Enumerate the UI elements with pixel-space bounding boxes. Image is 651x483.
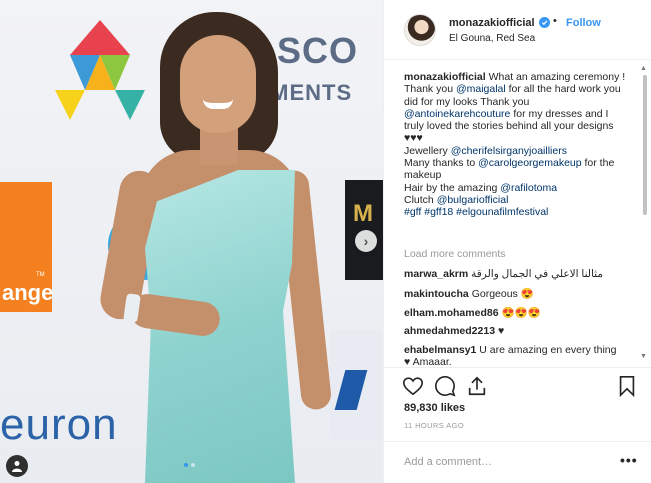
user-tag-button[interactable] <box>6 455 28 477</box>
add-comment-bar: ••• <box>384 441 651 483</box>
comment: ehabelmansy1 U are amazing en every thin… <box>404 344 619 367</box>
instagram-post: ASCO TSMENTS ange TM M euron › monazakio… <box>0 0 651 483</box>
next-photo-button[interactable]: › <box>355 230 377 252</box>
post-timestamp[interactable]: 11 HOURS AGO <box>404 421 464 430</box>
person-icon <box>12 461 22 472</box>
mention-link[interactable]: @carolgeorgemakeup <box>478 157 581 169</box>
carousel-dot-active <box>184 463 188 467</box>
comment-username[interactable]: marwa_akrm <box>404 268 468 280</box>
orange-logo: ange TM <box>0 182 54 312</box>
orange-logo-text: ange <box>2 280 54 305</box>
action-bar <box>384 367 651 403</box>
comments-panel[interactable]: monazakiofficial What an amazing ceremon… <box>384 61 651 367</box>
comment-text: Gorgeous 😍 <box>471 288 534 300</box>
mention-link[interactable]: @cherifelsirganyjoailliers <box>451 145 567 157</box>
orange-logo-tm: TM <box>36 272 45 278</box>
post-header: monazakiofficial • Follow El Gouna, Red … <box>384 0 651 60</box>
caption-text: Many thanks to <box>404 157 479 170</box>
like-count[interactable]: 89,830 likes <box>404 402 465 414</box>
share-icon[interactable] <box>466 375 488 397</box>
comment-username[interactable]: makintoucha <box>404 288 469 300</box>
dark-logo-text: M <box>353 200 373 227</box>
comment-input[interactable] <box>404 454 604 470</box>
verified-badge-icon <box>539 17 550 28</box>
like-icon[interactable] <box>402 375 424 397</box>
comment: marwa_akrm مثالنا الاعلي في الجمال والرق… <box>404 268 634 280</box>
comment-text: ♥ <box>497 325 505 337</box>
woman-figure <box>90 0 350 483</box>
comment-username[interactable]: ahmedahmed2213 <box>404 325 495 337</box>
post-sidebar: monazakiofficial • Follow El Gouna, Red … <box>383 0 651 483</box>
comment: makintoucha Gorgeous 😍 <box>404 288 634 300</box>
comment-username[interactable]: elham.mohamed86 <box>404 307 499 319</box>
comment-text: مثالنا الاعلي في الجمال والرقة <box>471 268 603 280</box>
carousel-dot <box>191 463 195 467</box>
scroll-up-icon[interactable]: ▲ <box>640 65 647 72</box>
avatar[interactable] <box>404 14 436 46</box>
comment-username[interactable]: ehabelmansy1 <box>404 344 476 356</box>
load-more-comments[interactable]: Load more comments <box>404 248 506 260</box>
location-link[interactable]: El Gouna, Red Sea <box>449 33 535 44</box>
comment-text: 😍😍😍 <box>501 307 541 319</box>
mention-link[interactable]: @bulgariofficial <box>437 194 509 206</box>
header-username[interactable]: monazakiofficial <box>449 17 535 29</box>
caption-text: Clutch <box>404 193 437 206</box>
mention-link[interactable]: @maigalal <box>456 83 506 95</box>
comment-icon[interactable] <box>434 375 456 397</box>
header-separator: • <box>553 15 557 27</box>
post-caption: monazakiofficial What an amazing ceremon… <box>404 71 626 219</box>
post-photo[interactable]: ASCO TSMENTS ange TM M euron › <box>0 0 383 483</box>
more-options-button[interactable]: ••• <box>620 452 638 468</box>
comments-scrollbar[interactable]: ▲ ▼ <box>638 63 650 367</box>
hashtag-links[interactable]: #gff #gff18 #elgounafilmfestival <box>404 206 548 218</box>
follow-button[interactable]: Follow <box>566 17 601 29</box>
mention-link[interactable]: @antoinekarehcouture <box>404 108 510 120</box>
mention-link[interactable]: @rafilotoma <box>500 182 557 194</box>
scroll-down-icon[interactable]: ▼ <box>640 353 647 360</box>
caption-text: Hair by the amazing <box>404 181 501 194</box>
bookmark-icon[interactable] <box>616 375 638 398</box>
comment: ahmedahmed2213 ♥ <box>404 325 634 337</box>
comment: elham.mohamed86 😍😍😍 <box>404 307 634 319</box>
caption-text: Jewellery <box>404 144 451 157</box>
caption-username[interactable]: monazakiofficial <box>404 71 486 83</box>
scroll-thumb[interactable] <box>643 75 647 215</box>
carousel-indicator <box>184 463 195 467</box>
